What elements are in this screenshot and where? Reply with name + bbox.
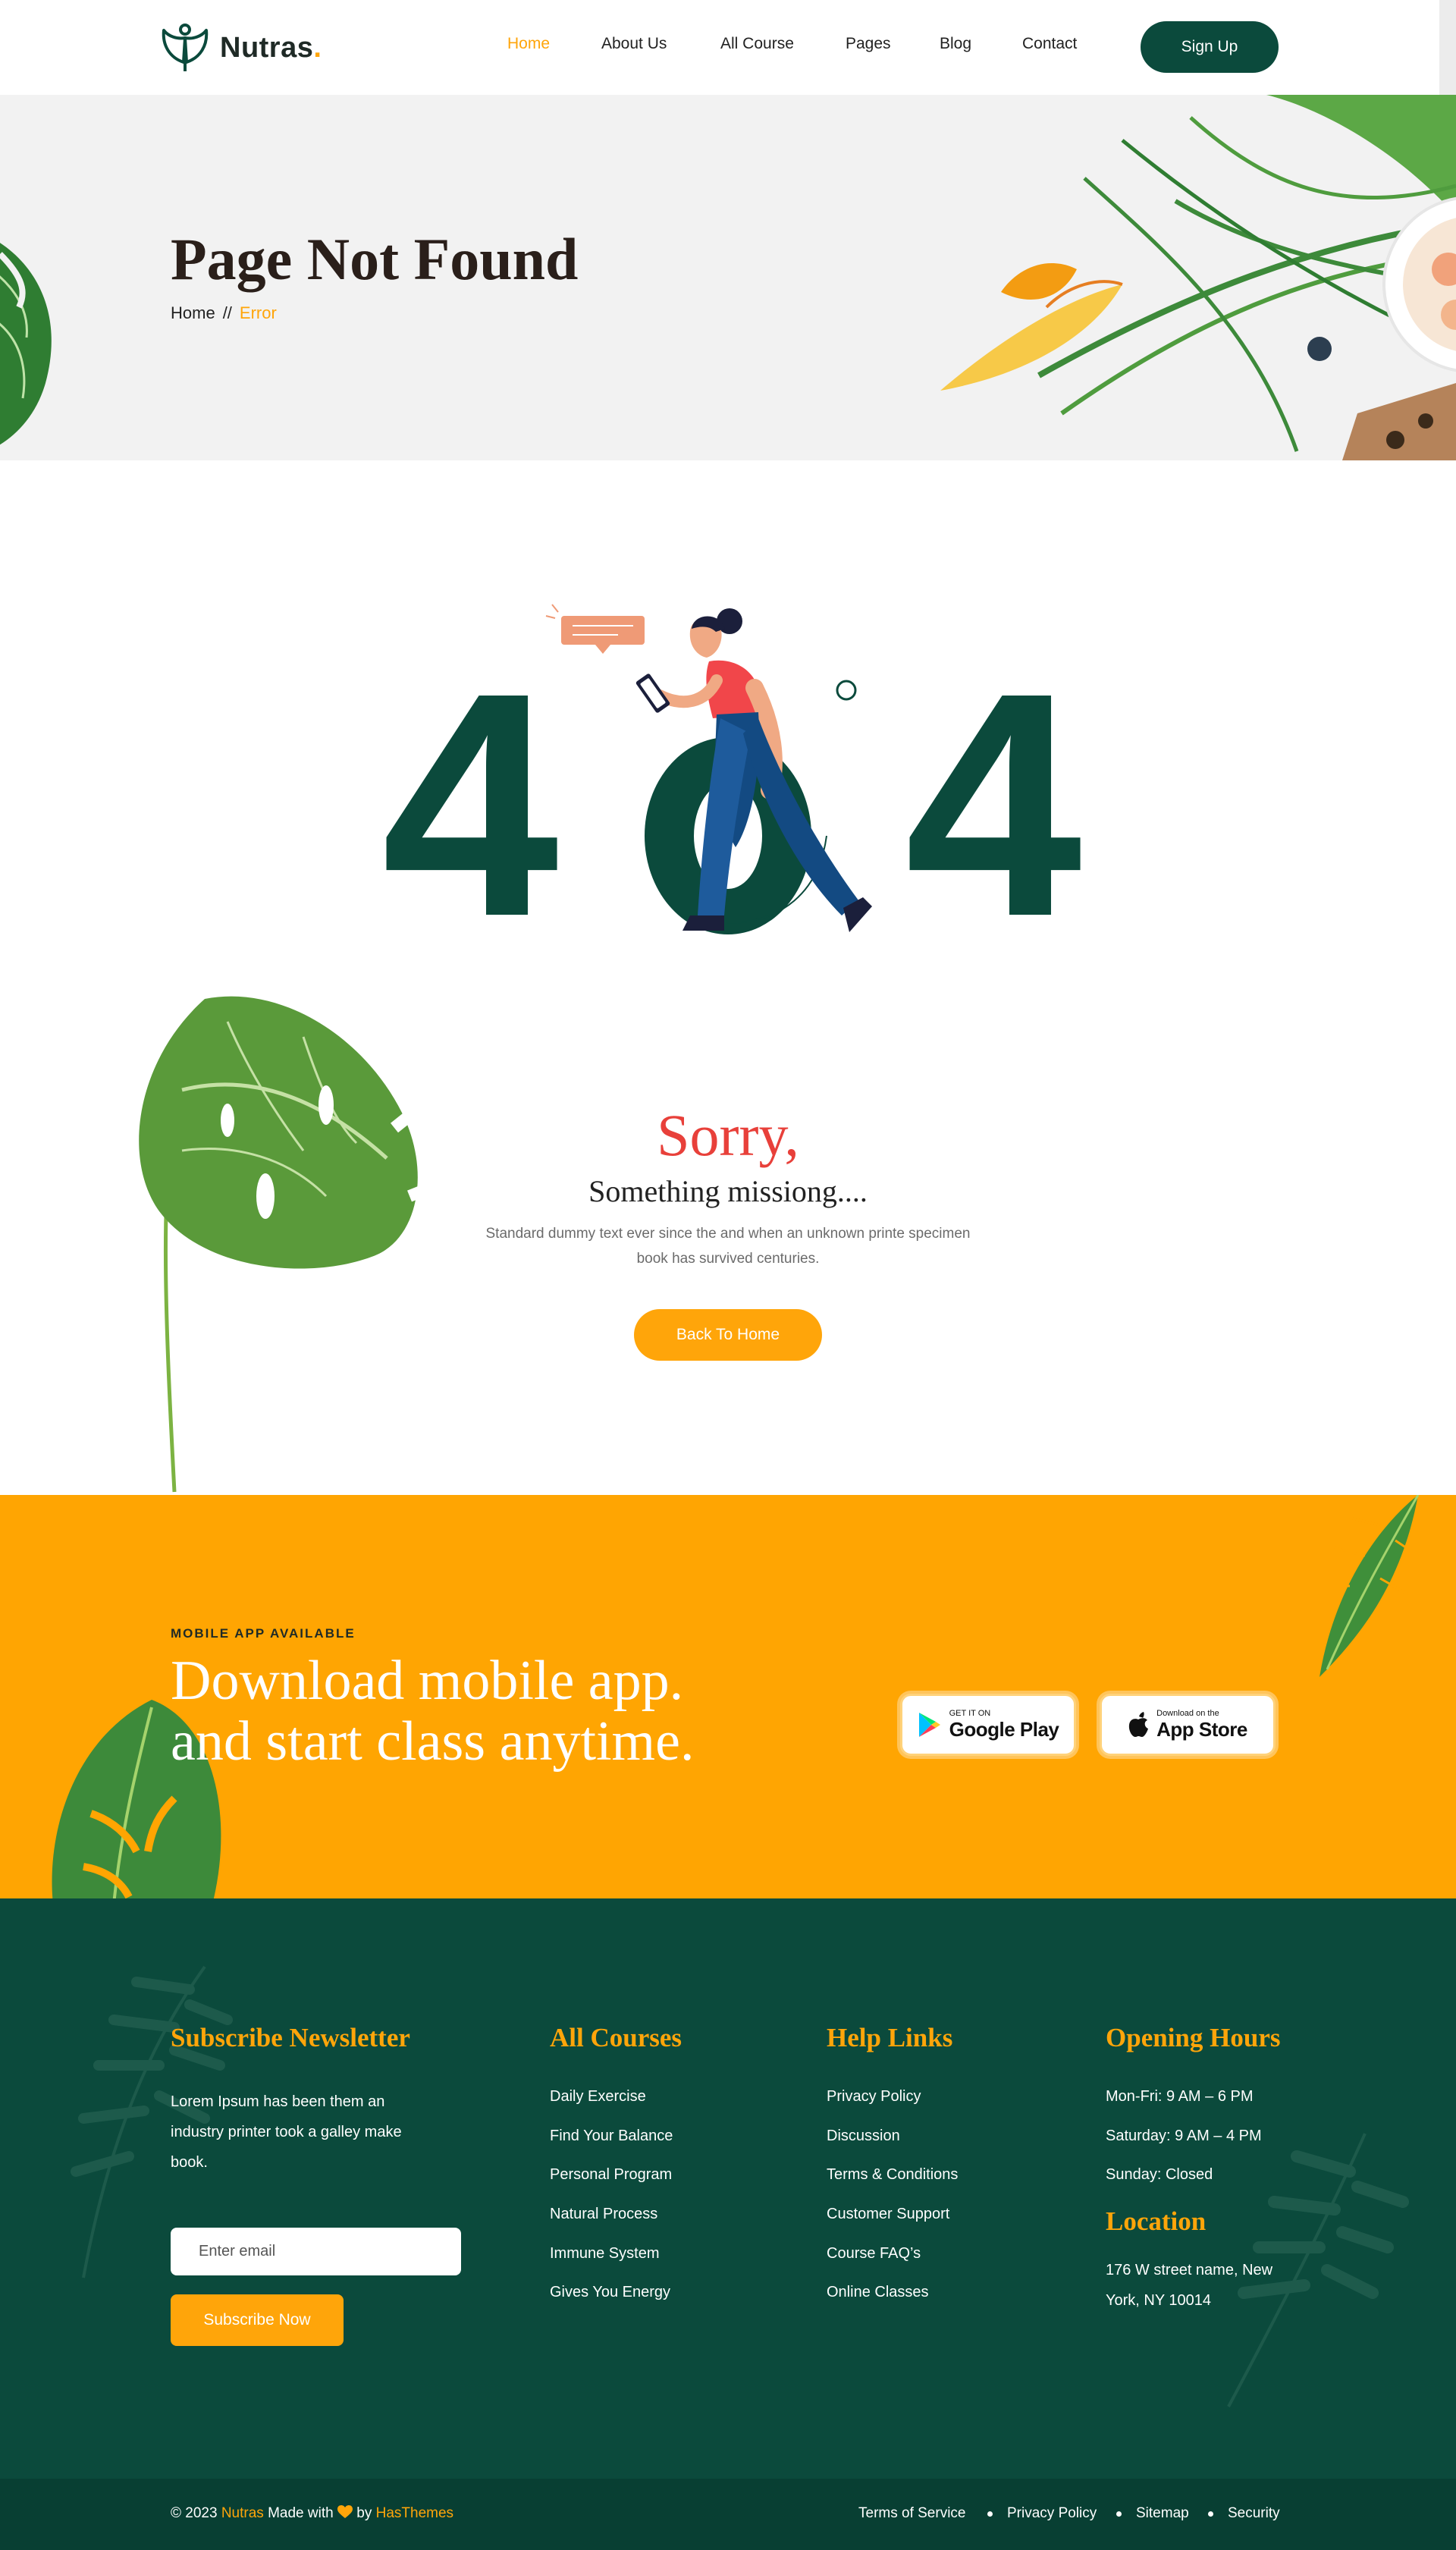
error-section: 4 4 Sorry, Something missiong.... Standa… bbox=[0, 460, 1456, 1495]
logo[interactable]: Nutras. bbox=[161, 23, 322, 73]
app-store-big-text: App Store bbox=[1156, 1717, 1247, 1741]
help-links-title: Help Links bbox=[827, 2023, 953, 2052]
heart-icon bbox=[337, 2505, 353, 2518]
hours-sunday: Sunday: Closed bbox=[1106, 2166, 1213, 2183]
subscribe-button[interactable]: Subscribe Now bbox=[171, 2294, 344, 2346]
copyright-bar: © 2023 Nutras Made with by HasThemes Ter… bbox=[0, 2479, 1456, 2550]
back-to-home-button[interactable]: Back To Home bbox=[634, 1309, 822, 1361]
nav-pages[interactable]: Pages bbox=[846, 35, 891, 53]
nav-about-us[interactable]: About Us bbox=[601, 35, 667, 53]
site-footer: Subscribe Newsletter Lorem Ipsum has bee… bbox=[0, 1898, 1456, 2479]
legal-privacy-link[interactable]: Privacy Policy bbox=[1007, 2505, 1097, 2522]
copyright-text: © 2023 Nutras Made with by HasThemes bbox=[171, 2505, 454, 2521]
monstera-leaf-decoration bbox=[139, 996, 450, 1493]
email-input[interactable] bbox=[171, 2228, 461, 2275]
app-title-line-1: Download mobile app. bbox=[171, 1650, 684, 1712]
breadcrumb-home[interactable]: Home bbox=[171, 303, 215, 322]
leaf-person-icon bbox=[162, 24, 209, 71]
logo-text: Nutras. bbox=[220, 31, 322, 64]
nav-home[interactable]: Home bbox=[507, 35, 550, 53]
breadcrumb-current: Error bbox=[239, 303, 277, 322]
newsletter-title: Subscribe Newsletter bbox=[171, 2023, 410, 2052]
course-link-natural-process[interactable]: Natural Process bbox=[550, 2206, 657, 2223]
nav-contact[interactable]: Contact bbox=[1022, 35, 1077, 53]
breadcrumb-separator: // bbox=[222, 303, 232, 322]
page-title: Page Not Found bbox=[171, 226, 579, 292]
legal-terms-link[interactable]: Terms of Service bbox=[858, 2505, 965, 2522]
courses-title: All Courses bbox=[550, 2023, 682, 2052]
google-play-big-text: Google Play bbox=[949, 1717, 1059, 1741]
copyright-brand-link[interactable]: Nutras bbox=[221, 2505, 264, 2521]
sign-up-button[interactable]: Sign Up bbox=[1141, 21, 1279, 73]
error-code-right-digit: 4 bbox=[905, 627, 1082, 983]
app-kicker: MOBILE APP AVAILABLE bbox=[171, 1626, 356, 1641]
sorry-heading: Sorry, bbox=[657, 1102, 799, 1168]
course-link-gives-energy[interactable]: Gives You Energy bbox=[550, 2284, 670, 2301]
opening-hours-title: Opening Hours bbox=[1106, 2023, 1281, 2052]
nav-all-course[interactable]: All Course bbox=[720, 35, 794, 53]
help-link-faq[interactable]: Course FAQ’s bbox=[827, 2245, 921, 2263]
legal-separator-dot bbox=[1208, 2511, 1213, 2517]
app-store-button[interactable]: Download on the App Store bbox=[1100, 1694, 1276, 1756]
page-banner: Page Not Found Home // Error bbox=[0, 95, 1456, 460]
legal-sitemap-link[interactable]: Sitemap bbox=[1136, 2505, 1189, 2522]
help-link-online-classes[interactable]: Online Classes bbox=[827, 2284, 929, 2301]
legal-separator-dot bbox=[1116, 2511, 1122, 2517]
google-play-icon bbox=[918, 1713, 940, 1737]
error-description: Standard dummy text ever since the and w… bbox=[485, 1226, 971, 1267]
hero-plant-decoration bbox=[940, 95, 1456, 460]
error-zero-with-walking-woman-illustration bbox=[545, 604, 872, 934]
course-link-daily-exercise[interactable]: Daily Exercise bbox=[550, 2088, 646, 2106]
legal-separator-dot bbox=[987, 2511, 993, 2517]
legal-security-link[interactable]: Security bbox=[1228, 2505, 1280, 2522]
missing-subtitle: Something missiong.... bbox=[588, 1174, 868, 1208]
hours-weekdays: Mon-Fri: 9 AM – 6 PM bbox=[1106, 2088, 1254, 2105]
newsletter-text: Lorem Ipsum has been them an industry pr… bbox=[171, 2093, 402, 2171]
hours-saturday: Saturday: 9 AM – 4 PM bbox=[1106, 2128, 1262, 2144]
copyright-author-link[interactable]: HasThemes bbox=[376, 2505, 453, 2521]
mobile-app-banner: MOBILE APP AVAILABLE Download mobile app… bbox=[0, 1495, 1456, 1898]
help-link-support[interactable]: Customer Support bbox=[827, 2206, 949, 2223]
help-link-terms[interactable]: Terms & Conditions bbox=[827, 2166, 958, 2184]
location-title: Location bbox=[1106, 2206, 1207, 2236]
course-link-find-balance[interactable]: Find Your Balance bbox=[550, 2128, 673, 2145]
monstera-leaf-left bbox=[0, 243, 52, 445]
app-store-small-text: Download on the bbox=[1156, 1708, 1219, 1718]
app-title: Download mobile app. and start class any… bbox=[171, 1650, 694, 1772]
palm-leaf-top-right bbox=[1320, 1495, 1420, 1677]
help-link-discussion[interactable]: Discussion bbox=[827, 2128, 900, 2145]
app-title-line-2: and start class anytime. bbox=[171, 1710, 695, 1773]
location-address: 176 W street name, New York, NY 10014 bbox=[1106, 2262, 1273, 2309]
course-link-personal-program[interactable]: Personal Program bbox=[550, 2166, 672, 2184]
scrollbar-gutter bbox=[1439, 0, 1456, 95]
google-play-button[interactable]: GET IT ON Google Play bbox=[900, 1694, 1076, 1756]
apple-icon bbox=[1128, 1712, 1149, 1737]
course-link-immune-system[interactable]: Immune System bbox=[550, 2245, 659, 2263]
google-play-small-text: GET IT ON bbox=[949, 1708, 991, 1718]
nav-blog[interactable]: Blog bbox=[940, 35, 971, 53]
site-header: Nutras. Home About Us All Course Pages B… bbox=[0, 0, 1439, 95]
breadcrumb: Home // Error bbox=[171, 303, 277, 323]
help-link-privacy[interactable]: Privacy Policy bbox=[827, 2088, 921, 2106]
